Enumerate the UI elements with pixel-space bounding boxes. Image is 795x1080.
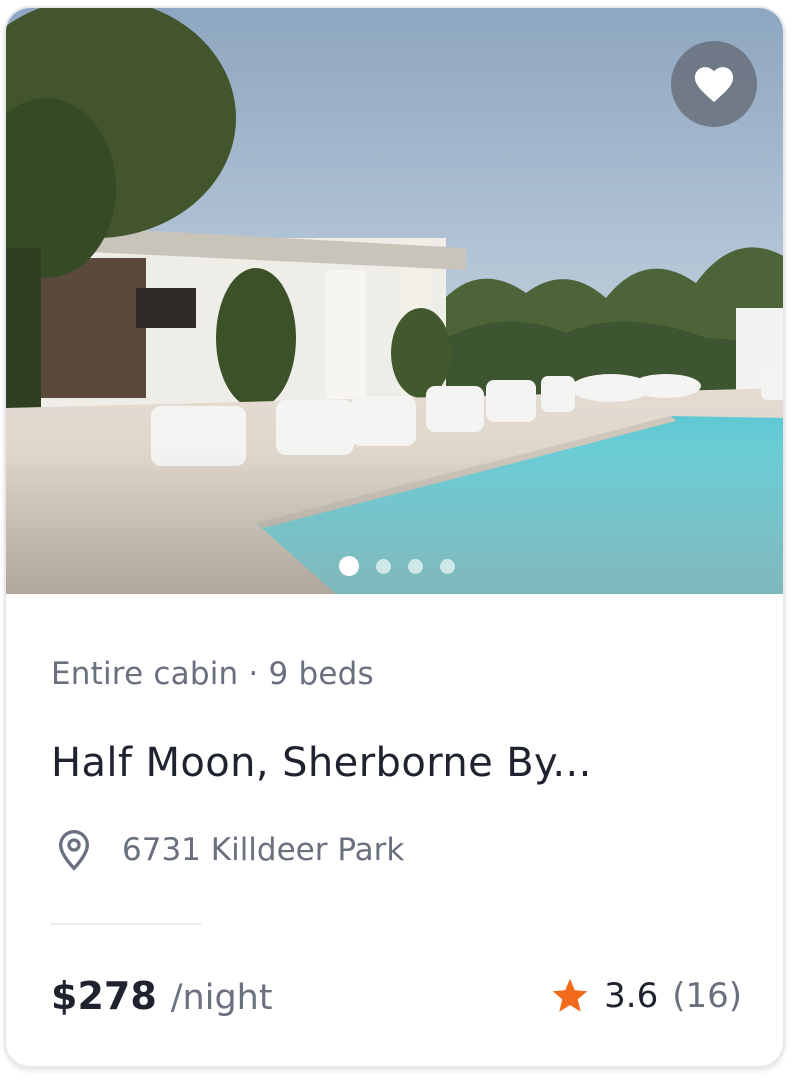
- price: $278 /night: [51, 974, 273, 1018]
- rating-score: 3.6: [604, 976, 659, 1016]
- gallery-dot-2[interactable]: [375, 558, 391, 574]
- listing-card[interactable]: Entire cabin · 9 beds Half Moon, Sherbor…: [4, 6, 785, 1068]
- heart-icon: [694, 67, 734, 103]
- price-unit: /night: [170, 978, 273, 1018]
- gallery-pagination: [6, 556, 783, 576]
- listing-type: Entire cabin · 9 beds: [51, 656, 374, 692]
- rating: 3.6 (16): [550, 976, 742, 1016]
- location-text: 6731 Killdeer Park: [122, 832, 405, 868]
- divider: [51, 923, 201, 925]
- listing-title[interactable]: Half Moon, Sherborne By...: [51, 740, 592, 786]
- price-amount: $278: [51, 974, 157, 1018]
- photo-gallery[interactable]: [6, 8, 783, 594]
- gallery-dot-3[interactable]: [407, 558, 423, 574]
- gallery-dot-4[interactable]: [439, 558, 455, 574]
- listing-location: 6731 Killdeer Park: [54, 828, 404, 872]
- listing-details: Entire cabin · 9 beds Half Moon, Sherbor…: [6, 594, 783, 1066]
- gallery-dot-1[interactable]: [338, 556, 359, 576]
- listing-photo: [6, 8, 783, 594]
- favorite-button[interactable]: [671, 41, 757, 127]
- map-pin-icon: [58, 830, 90, 871]
- star-icon: [552, 978, 588, 1012]
- review-count: (16): [672, 976, 742, 1016]
